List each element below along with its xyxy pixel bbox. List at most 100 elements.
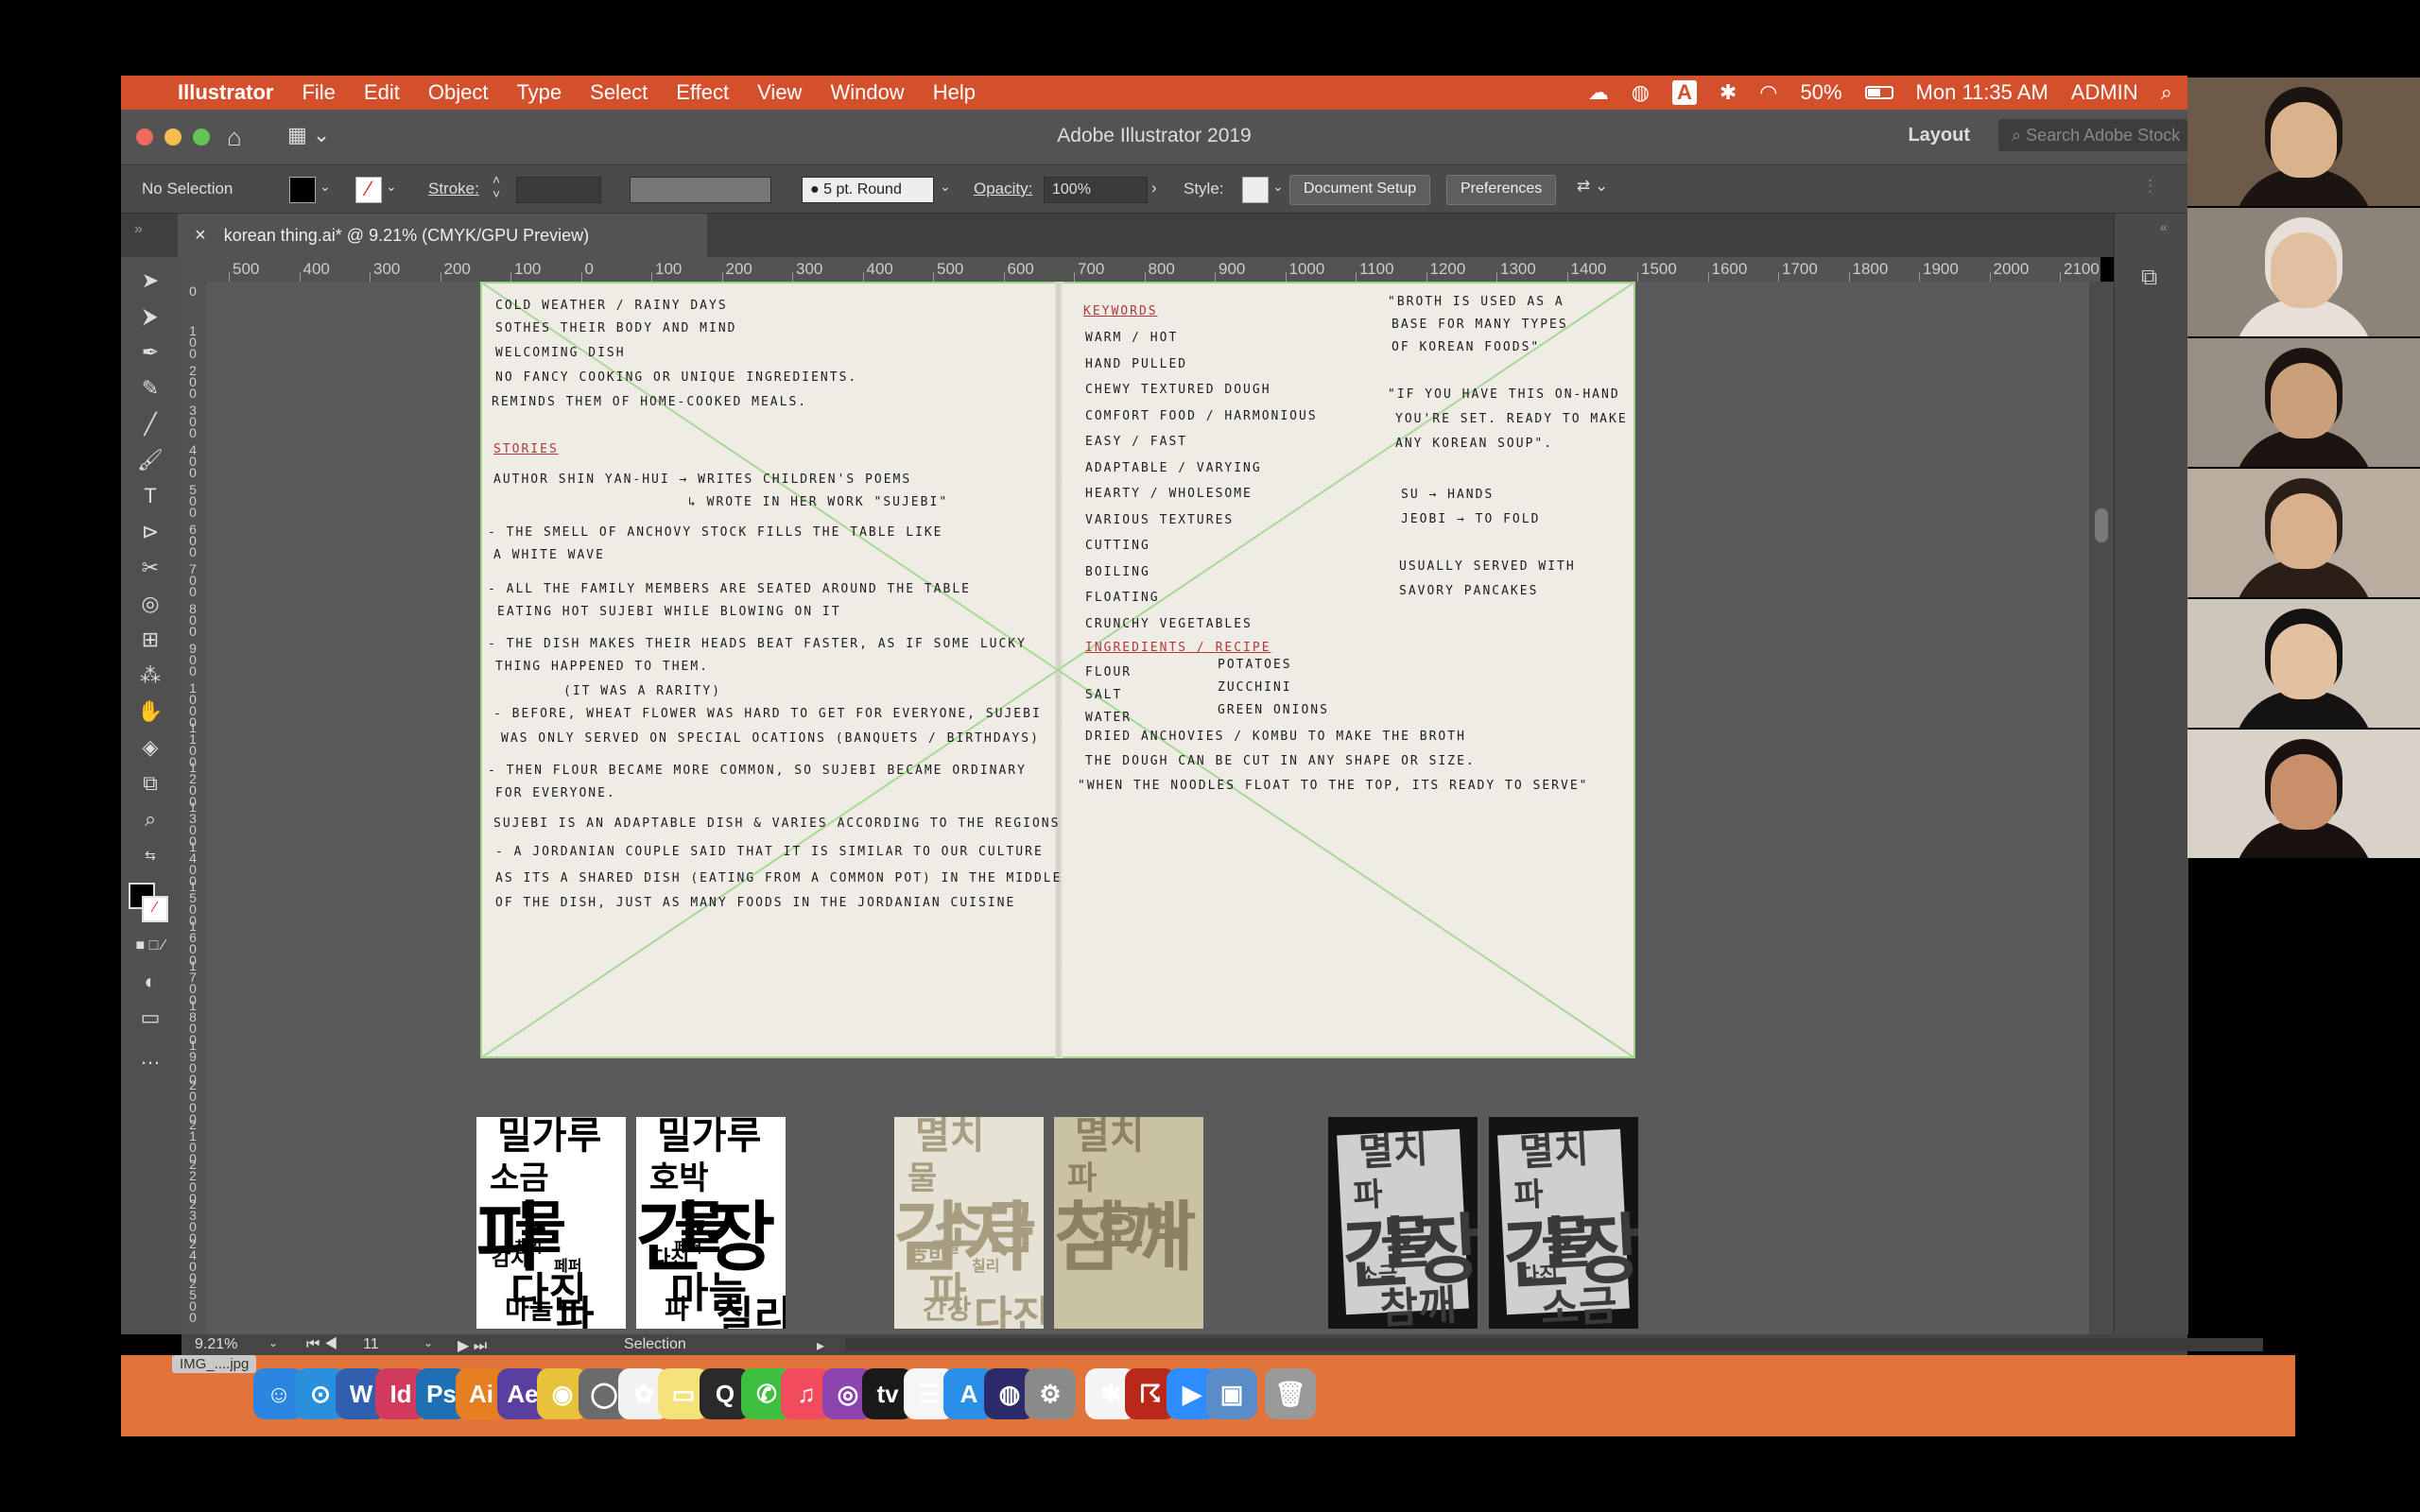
thumbnail-image[interactable]: 멸치 호박 파 참깨 bbox=[1054, 1117, 1203, 1329]
preferences-button[interactable]: Preferences bbox=[1446, 175, 1557, 205]
menu-help[interactable]: Help bbox=[933, 80, 976, 105]
arrange-icon[interactable]: ⇄ ⌄ bbox=[1577, 177, 1608, 196]
opacity-arrow-icon[interactable]: › bbox=[1151, 179, 1157, 198]
stroke-swatch[interactable]: ⁄ bbox=[355, 177, 382, 203]
thumbnail-image[interactable]: 밀가루 물 소금 파 감자 다진 마늘 파 칠리 페퍼 bbox=[476, 1117, 626, 1329]
participant-video[interactable] bbox=[2187, 730, 2420, 858]
properties-panel-icon[interactable]: ⧉ bbox=[2141, 265, 2157, 291]
participant-video[interactable] bbox=[2187, 77, 2420, 206]
line-tool-icon[interactable]: ╱ bbox=[134, 408, 166, 440]
participant-video[interactable] bbox=[2187, 208, 2420, 336]
thumbnail-image[interactable]: 밀가루 물 호박 간장 다진 마늘 파 칠리 페퍼 bbox=[636, 1117, 786, 1329]
horizontal-ruler[interactable]: 500 400 300 200 100 0 100 200 300 400 500 600 700 800… bbox=[182, 257, 2100, 283]
menu-app[interactable]: Illustrator bbox=[178, 80, 273, 105]
vertical-scrollbar[interactable] bbox=[2089, 282, 2114, 1334]
brush-dropdown-icon[interactable]: ⌄ bbox=[940, 179, 951, 195]
stock-search-input[interactable]: ⌕ Search Adobe Stock bbox=[1998, 119, 2187, 151]
menu-edit[interactable]: Edit bbox=[364, 80, 400, 105]
screen-mode-icon[interactable]: ▭ bbox=[134, 1002, 166, 1034]
fill-dropdown-icon[interactable]: ⌄ bbox=[320, 179, 331, 195]
mesh-tool-icon[interactable]: ⊞ bbox=[134, 624, 166, 656]
swap-fill-stroke-icon[interactable]: ⇆ bbox=[134, 839, 166, 871]
shape-builder-tool-icon[interactable]: ◈ bbox=[134, 731, 166, 764]
document-tab[interactable]: × korean thing.ai* @ 9.21% (CMYK/GPU Pre… bbox=[178, 214, 707, 257]
thumbnail-image[interactable]: 멸치 물 파 간장 소금 참깨 bbox=[1328, 1117, 1478, 1329]
artboard-nav-first-prev[interactable]: ⏮ ◀ bbox=[306, 1336, 337, 1353]
bluetooth-icon[interactable]: ✱ bbox=[1720, 80, 1737, 105]
color-mode-icons[interactable]: ■ □ ⁄ bbox=[134, 930, 166, 962]
puppet-warp-tool-icon[interactable]: ✋ bbox=[134, 696, 166, 728]
artboard-nav-next-last[interactable]: ▶ ⏭ bbox=[458, 1336, 487, 1355]
horizontal-scrollbar[interactable] bbox=[845, 1338, 2263, 1351]
zoom-tool-icon[interactable]: ⌕ bbox=[134, 803, 166, 835]
menu-effect[interactable]: Effect bbox=[676, 80, 729, 105]
menu-select[interactable]: Select bbox=[590, 80, 648, 105]
spotlight-icon[interactable]: ⌕ bbox=[2161, 80, 2172, 105]
collapse-panels-icon[interactable]: « bbox=[2160, 219, 2168, 234]
variable-width-profile[interactable] bbox=[630, 177, 771, 203]
graphic-style-swatch[interactable] bbox=[1242, 177, 1269, 203]
paintbrush-tool-icon[interactable]: 🖌 bbox=[134, 444, 166, 476]
participant-video[interactable] bbox=[2187, 469, 2420, 597]
notebook-spread-image[interactable]: Cold weather / rainy days Sothes their bo… bbox=[480, 282, 1635, 1058]
stroke-color-icon[interactable]: ⁄ bbox=[142, 896, 168, 922]
menu-type[interactable]: Type bbox=[516, 80, 562, 105]
globe-icon[interactable]: ◍ bbox=[1632, 80, 1650, 105]
artboard-number[interactable]: 11 bbox=[363, 1336, 379, 1353]
zoom-dropdown-icon[interactable]: ⌄ bbox=[268, 1336, 278, 1349]
stroke-stepper[interactable]: ˄ ˅ bbox=[493, 173, 500, 201]
fill-swatch[interactable] bbox=[289, 177, 316, 203]
artboard-canvas[interactable]: Cold weather / rainy days Sothes their bo… bbox=[206, 282, 2100, 1334]
battery-icon[interactable] bbox=[1864, 86, 1893, 99]
artboard-dropdown-icon[interactable]: ⌄ bbox=[424, 1336, 433, 1349]
more-tools-icon[interactable]: … bbox=[134, 1041, 166, 1074]
participant-video[interactable] bbox=[2187, 338, 2420, 467]
user-name[interactable]: ADMIN bbox=[2071, 80, 2138, 105]
eyedropper-tool-icon[interactable]: ⁂ bbox=[134, 660, 166, 692]
wifi-icon[interactable]: ◠ bbox=[1759, 80, 1777, 105]
artboard-tool-icon[interactable]: ⧉ bbox=[134, 767, 166, 799]
ingredient-item: Potatoes bbox=[1218, 658, 1292, 672]
type-tool-icon[interactable]: T bbox=[134, 480, 166, 512]
menu-file[interactable]: File bbox=[302, 80, 335, 105]
pen-tool-icon[interactable]: ✒ bbox=[134, 336, 166, 369]
panel-menu-icon[interactable]: ⋮ bbox=[2142, 177, 2158, 196]
input-source-icon[interactable]: A bbox=[1671, 80, 1697, 105]
stroke-dropdown-icon[interactable]: ⌄ bbox=[386, 179, 397, 195]
brush-definition[interactable]: ● 5 pt. Round bbox=[802, 177, 934, 203]
lasso-tool-icon[interactable]: ◎ bbox=[134, 588, 166, 620]
participant-video[interactable] bbox=[2187, 599, 2420, 728]
stroke-label[interactable]: Stroke: bbox=[428, 180, 479, 198]
workspace-switcher[interactable]: Layout bbox=[1908, 125, 1970, 146]
dock-app-icon[interactable]: ⚙ bbox=[1025, 1368, 1076, 1419]
opacity-label[interactable]: Opacity: bbox=[974, 180, 1032, 198]
opacity-field[interactable]: 100% bbox=[1044, 177, 1148, 203]
dock-app-icon[interactable]: ▣ bbox=[1206, 1368, 1257, 1419]
vertical-ruler[interactable]: 0100200300400500600700800900100011001200… bbox=[182, 282, 207, 1334]
collapse-toolbar-icon[interactable]: » bbox=[134, 221, 143, 238]
battery-percent[interactable]: 50% bbox=[1801, 80, 1842, 105]
stroke-weight-field[interactable] bbox=[516, 177, 601, 203]
menu-object[interactable]: Object bbox=[428, 80, 489, 105]
curvature-tool-icon[interactable]: ✎ bbox=[134, 372, 166, 404]
style-dropdown-icon[interactable]: ⌄ bbox=[1272, 179, 1284, 195]
thumbnail-image[interactable]: 멸치 소금 물 감자 호박 파 간장 다진 마늘 칠리 bbox=[894, 1117, 1044, 1329]
reflect-tool-icon[interactable]: ⊳ bbox=[134, 516, 166, 548]
vertical-scroll-thumb[interactable] bbox=[2095, 508, 2108, 542]
menu-view[interactable]: View bbox=[757, 80, 802, 105]
clock[interactable]: Mon 11:35 AM bbox=[1916, 80, 2048, 105]
draw-mode-icon[interactable]: ◐ bbox=[134, 966, 166, 998]
direct-selection-tool-icon[interactable]: ⮞ bbox=[134, 301, 166, 333]
close-tab-icon[interactable]: × bbox=[195, 225, 206, 246]
scissors-tool-icon[interactable]: ✂ bbox=[134, 552, 166, 584]
file-chip[interactable]: IMG_....jpg bbox=[172, 1355, 257, 1373]
zoom-level[interactable]: 9.21% bbox=[195, 1336, 237, 1353]
ruler-tick-label: 900 bbox=[189, 641, 197, 679]
dock-app-icon[interactable]: 🗑 bbox=[1265, 1368, 1316, 1419]
creative-cloud-icon[interactable]: ☁ bbox=[1588, 80, 1609, 105]
selection-tool-icon[interactable]: ➤ bbox=[134, 265, 166, 297]
thumbnail-image[interactable]: 멸치 물 파 간장 다진 소금 bbox=[1489, 1117, 1638, 1329]
document-setup-button[interactable]: Document Setup bbox=[1289, 175, 1431, 205]
status-arrow-icon[interactable]: ▸ bbox=[817, 1336, 824, 1355]
menu-window[interactable]: Window bbox=[830, 80, 904, 105]
